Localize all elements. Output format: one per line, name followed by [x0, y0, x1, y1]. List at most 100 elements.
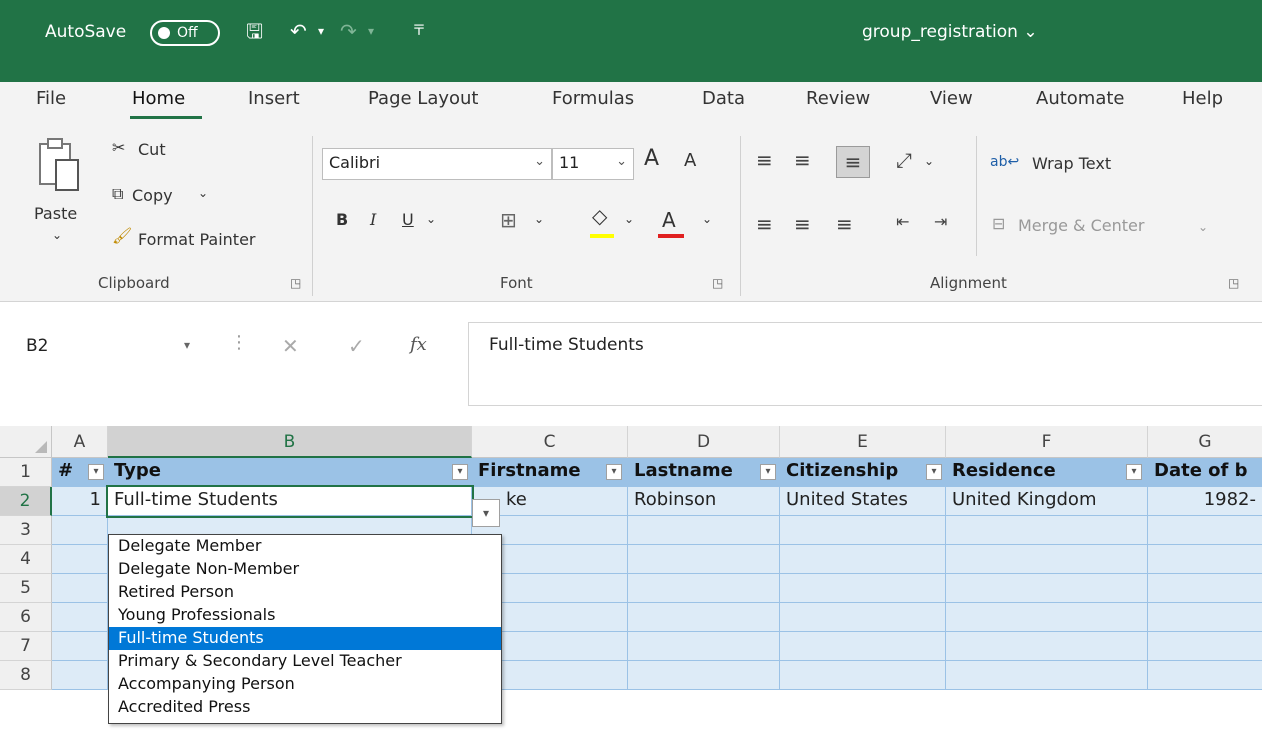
select-all-button[interactable]: [0, 426, 52, 458]
table-header-cell[interactable]: Date of b: [1148, 458, 1262, 487]
row-header[interactable]: 4: [0, 545, 52, 574]
table-cell[interactable]: [628, 632, 780, 661]
copy-icon[interactable]: ⧉: [112, 184, 123, 204]
align-right-icon[interactable]: ≡: [836, 212, 853, 236]
merge-center-icon[interactable]: ⊟: [992, 214, 1005, 233]
fill-color-dropdown-icon[interactable]: ⌄: [624, 212, 634, 226]
row-header[interactable]: 8: [0, 661, 52, 690]
document-title[interactable]: group_registration ⌄: [862, 22, 1038, 42]
column-header-g[interactable]: G: [1148, 426, 1262, 458]
format-painter-icon[interactable]: 🖌: [112, 226, 132, 245]
align-middle-icon[interactable]: ≡: [794, 148, 811, 172]
underline-dropdown-icon[interactable]: ⌄: [426, 212, 436, 226]
row-header[interactable]: 3: [0, 516, 52, 545]
table-cell[interactable]: [52, 603, 108, 632]
table-cell[interactable]: [946, 603, 1148, 632]
merge-center-button[interactable]: Merge & Center: [1018, 216, 1144, 235]
table-cell[interactable]: [780, 574, 946, 603]
paste-dropdown-icon[interactable]: ⌄: [52, 228, 62, 242]
table-cell[interactable]: [1148, 603, 1262, 632]
tab-file[interactable]: File: [36, 88, 66, 109]
list-item[interactable]: Accompanying Person: [109, 673, 501, 696]
table-cell[interactable]: United Kingdom: [946, 487, 1148, 516]
orientation-icon[interactable]: ⤢: [896, 148, 912, 172]
fill-color-icon[interactable]: ◇: [592, 204, 607, 228]
paste-icon[interactable]: [36, 136, 82, 194]
table-cell[interactable]: [628, 516, 780, 545]
table-cell[interactable]: [946, 516, 1148, 545]
formula-bar-resize-handle[interactable]: ⋮: [230, 332, 248, 353]
column-header-a[interactable]: A: [52, 426, 108, 458]
table-cell[interactable]: [946, 574, 1148, 603]
copy-dropdown-icon[interactable]: ⌄: [198, 186, 208, 200]
column-header-b[interactable]: B: [108, 426, 472, 458]
merge-dropdown-icon[interactable]: ⌄: [1198, 220, 1208, 234]
filter-dropdown-icon[interactable]: ▾: [606, 464, 622, 480]
cancel-icon[interactable]: ✕: [282, 334, 299, 358]
row-header[interactable]: 6: [0, 603, 52, 632]
table-cell[interactable]: [52, 661, 108, 690]
table-cell[interactable]: [780, 516, 946, 545]
bold-button[interactable]: B: [336, 210, 348, 229]
table-cell[interactable]: [1148, 574, 1262, 603]
font-launcher-icon[interactable]: ◳: [712, 276, 723, 290]
tab-home[interactable]: Home: [132, 88, 185, 109]
grow-font-button[interactable]: A: [644, 146, 659, 171]
customize-toolbar-icon[interactable]: 〒: [412, 18, 426, 44]
table-cell[interactable]: [628, 545, 780, 574]
decrease-indent-icon[interactable]: ⇤: [896, 212, 909, 231]
table-cell[interactable]: [946, 545, 1148, 574]
underline-button[interactable]: U: [402, 210, 414, 229]
table-cell[interactable]: [52, 632, 108, 661]
undo-dropdown-icon[interactable]: ▾: [318, 18, 324, 44]
column-header-e[interactable]: E: [780, 426, 946, 458]
enter-icon[interactable]: ✓: [348, 334, 365, 358]
tab-review[interactable]: Review: [806, 88, 870, 109]
italic-button[interactable]: I: [370, 210, 376, 229]
row-header[interactable]: 5: [0, 574, 52, 603]
table-header-cell[interactable]: Type: [108, 458, 472, 487]
table-cell[interactable]: [946, 632, 1148, 661]
table-header-cell[interactable]: Lastname: [628, 458, 780, 487]
alignment-launcher-icon[interactable]: ◳: [1228, 276, 1239, 290]
tab-insert[interactable]: Insert: [248, 88, 300, 109]
table-cell[interactable]: Robinson: [628, 487, 780, 516]
wrap-text-button[interactable]: Wrap Text: [1032, 154, 1111, 173]
clipboard-launcher-icon[interactable]: ◳: [290, 276, 301, 290]
validation-dropdown-list[interactable]: Delegate Member Delegate Non-Member Reti…: [108, 534, 502, 724]
list-item[interactable]: Delegate Member: [109, 535, 501, 558]
chevron-down-icon[interactable]: ⌄: [616, 154, 627, 169]
filter-dropdown-icon[interactable]: ▾: [88, 464, 104, 480]
increase-indent-icon[interactable]: ⇥: [934, 212, 947, 231]
orientation-dropdown-icon[interactable]: ⌄: [924, 154, 934, 168]
table-cell[interactable]: [1148, 661, 1262, 690]
table-cell[interactable]: [1148, 632, 1262, 661]
table-header-cell[interactable]: Residence: [946, 458, 1148, 487]
table-cell[interactable]: [780, 632, 946, 661]
chevron-down-icon[interactable]: ▾: [184, 338, 190, 352]
tab-data[interactable]: Data: [702, 88, 745, 109]
font-color-dropdown-icon[interactable]: ⌄: [702, 212, 712, 226]
align-bottom-icon[interactable]: ≡: [836, 146, 870, 178]
tab-automate[interactable]: Automate: [1036, 88, 1125, 109]
copy-button[interactable]: Copy: [132, 186, 173, 205]
table-cell[interactable]: [946, 661, 1148, 690]
tab-view[interactable]: View: [930, 88, 973, 109]
table-header-cell[interactable]: Citizenship: [780, 458, 946, 487]
row-header[interactable]: 7: [0, 632, 52, 661]
table-cell[interactable]: [780, 545, 946, 574]
column-header-c[interactable]: C: [472, 426, 628, 458]
wrap-text-icon[interactable]: ab↩: [990, 154, 1019, 170]
list-item[interactable]: Accredited Press: [109, 696, 501, 719]
table-cell[interactable]: [1148, 545, 1262, 574]
table-cell[interactable]: [52, 574, 108, 603]
table-cell[interactable]: [628, 603, 780, 632]
table-cell[interactable]: United States: [780, 487, 946, 516]
column-header-f[interactable]: F: [946, 426, 1148, 458]
table-cell[interactable]: [628, 574, 780, 603]
table-cell[interactable]: 1: [52, 487, 108, 516]
borders-dropdown-icon[interactable]: ⌄: [534, 212, 544, 226]
borders-icon[interactable]: ⊞: [500, 208, 517, 232]
align-center-icon[interactable]: ≡: [794, 212, 811, 236]
chevron-down-icon[interactable]: ⌄: [534, 154, 545, 169]
